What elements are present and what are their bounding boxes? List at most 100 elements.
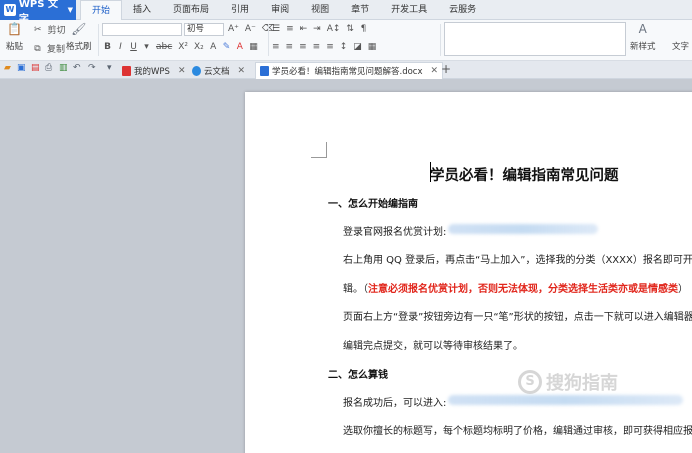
divider	[440, 24, 441, 56]
app-menu-button[interactable]: W WPS 文字 ▼	[0, 0, 76, 25]
distribute-icon[interactable]: ≡	[326, 42, 334, 52]
menu-tab-layout[interactable]: 页面布局	[162, 0, 220, 20]
font-name-select[interactable]	[102, 23, 182, 36]
redo-icon[interactable]: ↷	[88, 63, 96, 73]
paste-button[interactable]: 📋 粘贴	[6, 22, 23, 52]
menu-tab-review[interactable]: 审阅	[260, 0, 300, 20]
paragraph-7: 选取你擅长的标题写，每个标题均标明了价格，编辑通过审核，即可获得相应报酬。	[343, 426, 692, 437]
print-icon[interactable]: ⎙	[45, 63, 52, 73]
font-color-icon[interactable]: A	[236, 42, 243, 52]
new-style-label: 新样式	[630, 42, 656, 52]
print-preview-icon[interactable]: ▥	[59, 63, 68, 73]
shrink-font-icon[interactable]: A⁻	[245, 24, 256, 34]
tab-cloud-docs[interactable]: 云文档 ✕	[188, 62, 249, 79]
text-direction-icon[interactable]: A↕	[327, 24, 341, 34]
tab-label: 学员必看！编辑指南常见问题解答.docx	[272, 67, 423, 77]
italic-icon[interactable]: I	[117, 42, 124, 52]
redacted-link	[448, 224, 598, 234]
superscript-icon[interactable]: X²	[178, 42, 188, 52]
close-icon[interactable]: ✕	[431, 66, 439, 76]
paragraph-controls-bottom: ≡ ≡ ≡ ≡ ≡ ↕ ◪ ▦	[272, 42, 376, 52]
border-icon[interactable]: ▦	[368, 42, 377, 52]
open-folder-icon[interactable]: ▰	[4, 63, 11, 73]
chevron-down-icon: ▼	[67, 6, 73, 14]
close-icon[interactable]: ✕	[178, 66, 186, 76]
cloud-icon	[192, 65, 201, 76]
grow-font-icon[interactable]: A⁺	[228, 24, 239, 34]
doc-icon	[260, 66, 269, 76]
align-left-icon[interactable]: ≡	[272, 42, 280, 52]
highlight-icon[interactable]: ✎	[223, 42, 231, 52]
increase-indent-icon[interactable]: ⇥	[313, 24, 321, 34]
wps-logo-icon: W	[4, 4, 16, 16]
char-border-icon[interactable]: ▦	[249, 42, 258, 52]
quick-access-dropdown-icon[interactable]: ▾	[107, 63, 112, 73]
paragraph-3-start: 辑。（	[343, 284, 368, 295]
format-painter-button[interactable]: 🖌 格式刷	[66, 22, 92, 52]
strikethrough-icon[interactable]: abc	[156, 42, 172, 52]
bold-icon[interactable]: B	[104, 42, 111, 52]
menu-tab-insert[interactable]: 插入	[122, 0, 162, 20]
format-painter-label: 格式刷	[66, 42, 92, 52]
shading-icon[interactable]: ◪	[353, 42, 362, 52]
copy-icon: ⧉	[34, 43, 41, 54]
menu-tab-references[interactable]: 引用	[220, 0, 260, 20]
paragraph-2: 右上角用 QQ 登录后，再点击“马上加入”，选择我的分类（XXXX）报名即可开始	[343, 255, 692, 266]
cut-button[interactable]: ✂ 剪切	[34, 23, 66, 37]
watermark: S 搜狗指南	[518, 369, 618, 395]
copy-button[interactable]: ⧉ 复制	[34, 42, 66, 56]
tab-my-wps[interactable]: 我的WPS ✕	[118, 62, 189, 79]
undo-icon[interactable]: ↶	[73, 63, 81, 73]
section-heading-1: 一、怎么开始编指南	[328, 199, 418, 210]
watermark-text: 搜狗指南	[546, 373, 618, 394]
copy-label: 复制	[47, 45, 66, 55]
subscript-icon[interactable]: X₂	[194, 42, 204, 52]
save-icon[interactable]: ▣	[17, 63, 26, 73]
font-size-select[interactable]: 初号	[184, 23, 224, 36]
paragraph-3-end: ）	[678, 284, 688, 295]
decrease-indent-icon[interactable]: ⇤	[300, 24, 308, 34]
sogou-logo-icon: S	[518, 370, 542, 394]
new-style-button[interactable]: A 新样式	[630, 22, 656, 52]
text-effect-icon[interactable]: A	[210, 42, 217, 52]
warning-text: 注意必须报名优赏计划，否则无法体现，分类选择生活类亦或是情感类	[368, 284, 678, 295]
align-center-icon[interactable]: ≡	[286, 42, 294, 52]
paragraph-3: 辑。（注意必须报名优赏计划，否则无法体现，分类选择生活类亦或是情感类）	[343, 280, 688, 295]
paragraph-controls-top: ☰ ≡ ⇤ ⇥ A↕ ⇅ ¶	[272, 24, 367, 34]
align-right-icon[interactable]: ≡	[299, 42, 307, 52]
document-tab-bar: ▰ ▣ ▤ ⎙ ▥ ↶ ↷ ▾ 我的WPS ✕ 云文档 ✕ 学员必看！编辑指南常…	[0, 61, 692, 79]
text-tool-icon	[673, 22, 689, 36]
new-tab-icon[interactable]: +	[441, 62, 451, 76]
close-icon[interactable]: ✕	[238, 66, 246, 76]
paragraph-6: 报名成功后，可以进入:	[343, 398, 447, 409]
document-title: 学员必看！编辑指南常见问题	[430, 168, 619, 184]
paste-label: 粘贴	[6, 42, 24, 52]
menu-tab-view[interactable]: 视图	[300, 0, 340, 20]
bullet-list-icon[interactable]: ☰	[272, 24, 280, 34]
numbered-list-icon[interactable]: ≡	[286, 24, 294, 34]
menu-bar: W WPS 文字 ▼ 开始 插入 页面布局 引用 审阅 视图 章节 开发工具 云…	[0, 0, 692, 25]
style-gallery[interactable]	[444, 22, 626, 56]
paragraph-1: 登录官网报名优赏计划:	[343, 227, 447, 238]
menu-tab-home[interactable]: 开始	[80, 0, 123, 21]
divider	[98, 24, 99, 56]
justify-icon[interactable]: ≡	[313, 42, 321, 52]
tab-label: 云文档	[204, 66, 230, 77]
show-marks-icon[interactable]: ¶	[360, 24, 367, 34]
dropdown-icon[interactable]: ▾	[143, 42, 150, 52]
paragraph-5: 编辑完点提交，就可以等待审核结果了。	[343, 341, 523, 352]
underline-icon[interactable]: U	[130, 42, 137, 52]
line-spacing-icon[interactable]: ↕	[340, 42, 348, 52]
clipboard-icon: 📋	[7, 22, 22, 36]
menu-tab-cloud[interactable]: 云服务	[438, 0, 487, 20]
export-pdf-icon[interactable]: ▤	[31, 63, 40, 73]
menu-tab-section[interactable]: 章节	[340, 0, 380, 20]
text-tool-button[interactable]: 文字	[672, 22, 689, 52]
menu-tabs: 开始 插入 页面布局 引用 审阅 视图 章节 开发工具 云服务	[80, 0, 487, 21]
sort-icon[interactable]: ⇅	[346, 24, 354, 34]
scissors-icon: ✂	[34, 24, 42, 35]
tab-current-document[interactable]: 学员必看！编辑指南常见问题解答.docx ✕	[255, 62, 444, 79]
font-style-controls: B I U ▾ abc X² X₂ A ✎ A ▦	[104, 42, 258, 52]
menu-tab-developer[interactable]: 开发工具	[380, 0, 438, 20]
cut-label: 剪切	[47, 26, 66, 36]
